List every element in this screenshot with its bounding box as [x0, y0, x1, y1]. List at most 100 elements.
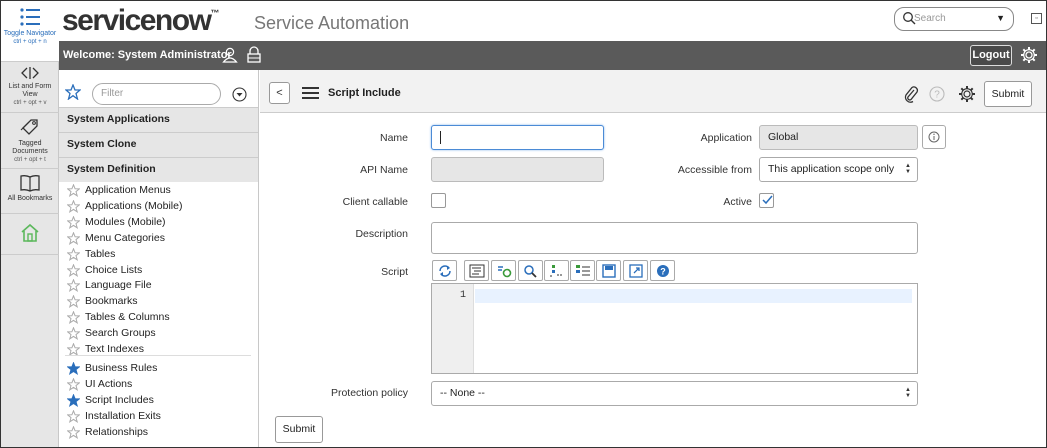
replace-button[interactable] — [570, 260, 595, 281]
nav-group-system-applications[interactable]: System Applications — [59, 107, 258, 132]
nav-module-label: Installation Exits — [85, 410, 161, 422]
star-outline-icon[interactable] — [67, 327, 80, 341]
form-content: < Script Include ? Submit Name API Name … — [260, 70, 1046, 447]
accessible-from-select[interactable]: This application scope only ▲ ▼ — [759, 157, 918, 182]
form-header: < Script Include ? Submit — [260, 70, 1046, 113]
client-callable-checkbox[interactable] — [431, 193, 446, 208]
submit-button-top[interactable]: Submit — [984, 81, 1032, 107]
application-info-button[interactable] — [922, 125, 946, 149]
rail-toggle-navigator[interactable]: Toggle Navigator ctrl + opt + n — [1, 1, 59, 61]
settings-gear-icon[interactable] — [1020, 46, 1038, 64]
search-code-button[interactable] — [518, 260, 543, 281]
attachment-paperclip-icon[interactable] — [903, 86, 919, 103]
nav-module-item[interactable]: UI Actions — [65, 377, 255, 393]
format-lines-icon — [469, 264, 485, 278]
chevron-down-circle-icon[interactable] — [232, 87, 247, 102]
star-filled-icon[interactable] — [67, 362, 80, 375]
nav-module-item[interactable]: Business Rules — [65, 361, 255, 377]
nav-module-label: Bookmarks — [85, 295, 138, 308]
window-restore-icon[interactable]: ▫ — [1031, 13, 1042, 24]
nav-module-item[interactable]: Installation Exits — [65, 409, 255, 425]
application-input: Global — [759, 125, 918, 150]
description-textarea[interactable] — [431, 222, 918, 254]
active-checkbox[interactable] — [759, 193, 774, 208]
script-editor[interactable]: 1 — [431, 283, 918, 374]
star-outline-icon[interactable] — [67, 426, 80, 439]
script-help-button[interactable]: ? — [650, 260, 675, 281]
toggle-syntax-editor-button[interactable] — [432, 260, 457, 281]
rail-all-bookmarks[interactable]: All Bookmarks — [1, 169, 59, 213]
star-outline-icon[interactable] — [67, 199, 80, 213]
search-dropdown-icon[interactable]: ▼ — [996, 13, 1005, 23]
nav-module-item[interactable]: Menu Categories — [65, 231, 255, 247]
nav-module-label: Tables — [85, 247, 116, 260]
api-name-input — [431, 157, 604, 182]
fullscreen-button[interactable] — [623, 260, 648, 281]
star-outline-icon[interactable] — [67, 184, 80, 197]
lock-icon[interactable] — [246, 46, 262, 63]
submit-button-bottom[interactable]: Submit — [275, 416, 323, 443]
nav-module-item[interactable]: Search Groups — [65, 326, 255, 342]
star-outline-icon[interactable] — [67, 295, 80, 309]
nav-module-label: Modules (Mobile) — [85, 215, 166, 228]
favorites-star-icon[interactable] — [65, 84, 81, 100]
search-placeholder: Search — [914, 13, 946, 24]
nav-module-item[interactable]: Applications (Mobile) — [65, 199, 255, 215]
script-label: Script — [381, 266, 408, 278]
nav-module-item[interactable]: Relationships — [65, 425, 255, 441]
rail-home[interactable] — [1, 214, 59, 254]
select-arrows-icon: ▲ ▼ — [905, 163, 911, 175]
help-icon[interactable]: ? — [929, 86, 945, 102]
left-rail: Toggle Navigator ctrl + opt + n List and… — [1, 1, 59, 447]
protection-policy-select[interactable]: -- None -- ▲ ▼ — [431, 381, 918, 406]
nav-filter-input[interactable] — [101, 88, 211, 99]
nav-filter-field[interactable] — [92, 83, 221, 105]
name-input[interactable] — [431, 125, 604, 150]
nav-module-item[interactable]: Language File — [65, 278, 255, 294]
nav-module-label: Application Menus — [85, 184, 171, 196]
logout-button[interactable]: Logout — [970, 45, 1012, 66]
star-outline-icon[interactable] — [67, 231, 80, 245]
nav-module-label: Menu Categories — [85, 231, 165, 244]
home-icon — [21, 223, 39, 242]
back-button[interactable]: < — [269, 82, 290, 104]
nav-module-item[interactable]: Choice Lists — [65, 263, 255, 279]
tag-icon — [20, 119, 38, 135]
line-number: 1 — [460, 290, 467, 301]
star-outline-icon[interactable] — [67, 263, 80, 277]
form-settings-gear-icon[interactable] — [958, 85, 976, 103]
editor-gutter: 1 — [432, 284, 474, 373]
star-outline-icon[interactable] — [67, 279, 80, 293]
star-outline-icon[interactable] — [67, 311, 80, 325]
nav-module-item[interactable]: Tables — [65, 247, 255, 263]
nav-module-item[interactable]: Modules (Mobile) — [65, 215, 255, 231]
nav-module-item[interactable]: Application Menus — [65, 183, 255, 199]
find-next-button[interactable] — [544, 260, 569, 281]
star-outline-icon[interactable] — [67, 378, 80, 391]
nav-module-label: Choice Lists — [85, 263, 143, 276]
save-script-button[interactable] — [596, 260, 621, 281]
user-bar: Welcome: System Administrator Logout — [59, 41, 1046, 70]
nav-group-system-clone[interactable]: System Clone — [59, 132, 258, 157]
info-icon — [928, 131, 940, 143]
star-outline-icon[interactable] — [67, 247, 80, 261]
magnifier-icon — [524, 265, 537, 278]
rail-list-form-view[interactable]: List and Form View ctrl + opt + v — [1, 62, 59, 112]
app-window: servicenow™ Service Automation Search ▼ … — [0, 0, 1047, 448]
star-outline-icon[interactable] — [67, 410, 80, 423]
rail-tagged-documents[interactable]: Tagged Documents ctrl + opt + t — [1, 113, 59, 168]
context-menu-icon[interactable] — [302, 86, 319, 100]
active-label: Active — [723, 196, 752, 208]
star-outline-icon[interactable] — [67, 215, 80, 229]
format-code-button[interactable] — [464, 260, 489, 281]
nav-module-label: Language File — [85, 279, 152, 292]
nav-module-item[interactable]: Tables & Columns — [65, 310, 255, 326]
global-search[interactable]: Search ▼ — [894, 7, 1014, 31]
user-profile-icon[interactable] — [222, 47, 238, 63]
nav-module-item[interactable]: Script Includes — [65, 393, 255, 409]
nav-module-item[interactable]: Bookmarks — [65, 294, 255, 310]
nav-module-label: Relationships — [85, 426, 149, 438]
star-filled-icon[interactable] — [67, 394, 80, 407]
nav-group-system-definition[interactable]: System Definition — [59, 157, 258, 182]
comment-code-button[interactable] — [491, 260, 516, 281]
